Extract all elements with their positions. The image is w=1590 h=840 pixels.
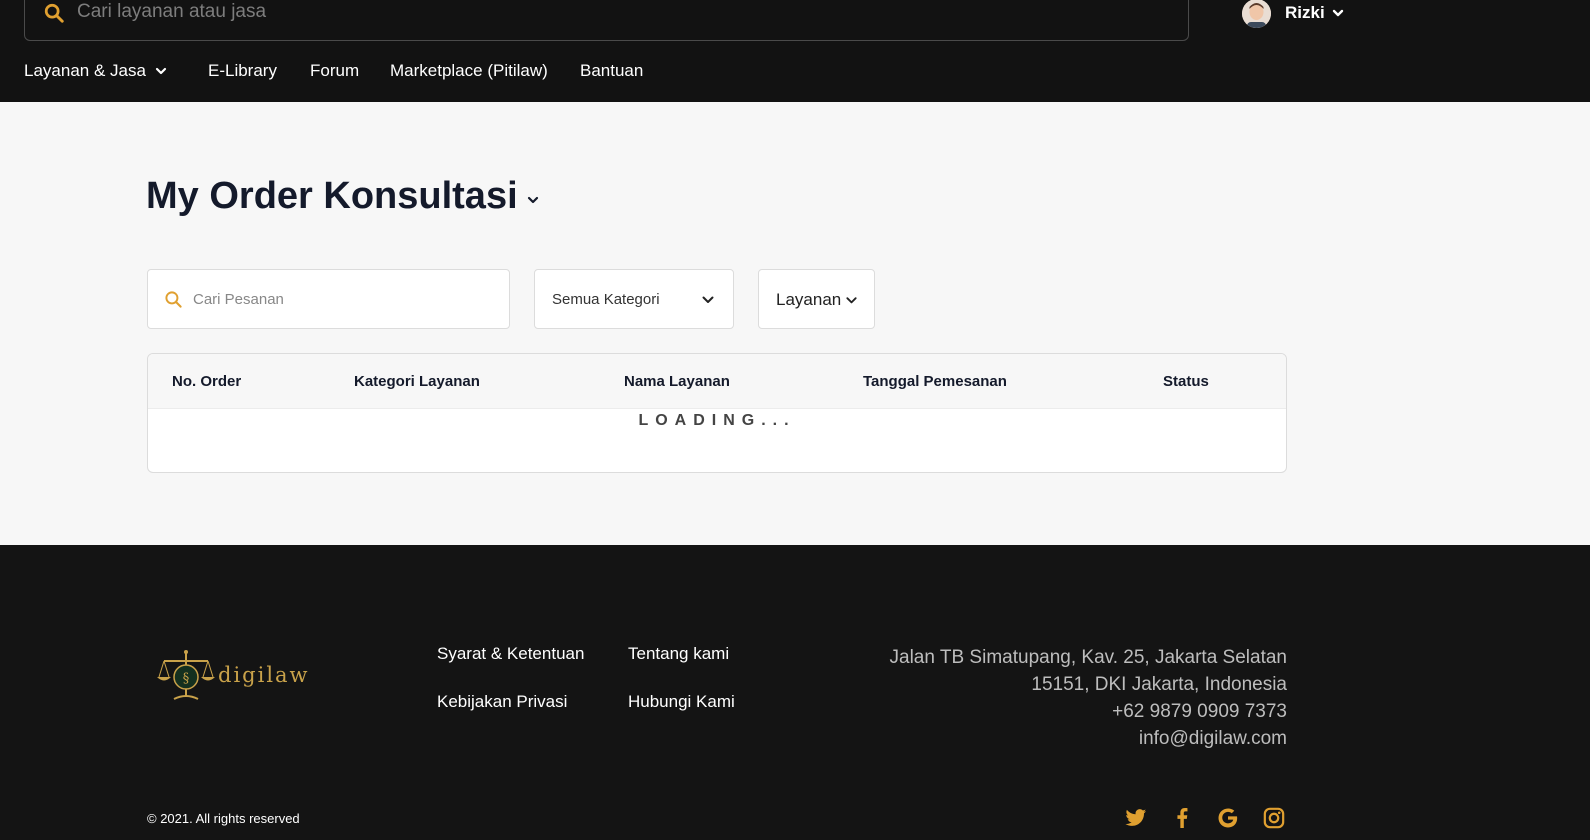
nav-item-label: Layanan & Jasa xyxy=(24,61,146,80)
user-name: Rizki xyxy=(1285,3,1325,22)
chevron-down-icon xyxy=(702,296,714,303)
column-header-status: Status xyxy=(1163,373,1209,390)
chevron-down-icon xyxy=(527,196,538,203)
nav-item-label: Marketplace (Pitilaw) xyxy=(390,61,548,80)
footer-link-syarat[interactable]: Syarat & Ketentuan xyxy=(437,644,584,664)
google-icon[interactable] xyxy=(1215,805,1241,831)
global-search-input[interactable]: Cari layanan atau jasa xyxy=(24,0,1189,41)
column-header-nama-layanan: Nama Layanan xyxy=(624,373,730,390)
nav-item-label: Bantuan xyxy=(580,61,644,80)
address-line: 15151, DKI Jakarta, Indonesia xyxy=(1031,674,1287,695)
address-line: Jalan TB Simatupang, Kav. 25, Jakarta Se… xyxy=(889,647,1287,668)
order-search-input[interactable]: Cari Pesanan xyxy=(147,269,510,329)
email-address: info@digilaw.com xyxy=(1138,728,1287,749)
user-menu[interactable]: Rizki xyxy=(1242,0,1345,28)
search-icon xyxy=(165,291,182,308)
orders-table: No. Order Kategori Layanan Nama Layanan … xyxy=(147,353,1287,473)
nav-item-layanan-jasa[interactable]: Layanan & Jasa xyxy=(24,61,168,81)
footer-link-tentang[interactable]: Tentang kami xyxy=(628,644,729,664)
top-header: Cari layanan atau jasa Rizki Layanan & J… xyxy=(0,0,1590,102)
chevron-down-icon xyxy=(155,67,167,75)
column-header-tanggal: Tanggal Pemesanan xyxy=(863,373,1007,390)
social-links xyxy=(1123,805,1287,831)
scales-of-justice-icon: § xyxy=(157,650,215,700)
facebook-icon[interactable] xyxy=(1169,805,1195,831)
digilaw-logo[interactable]: § digilaw xyxy=(156,647,310,703)
category-select[interactable]: Semua Kategori xyxy=(534,269,734,329)
nav-item-forum[interactable]: Forum xyxy=(310,61,359,81)
table-header: No. Order Kategori Layanan Nama Layanan … xyxy=(148,354,1286,409)
service-select-value: Layanan xyxy=(776,290,842,309)
footer-link-hubungi[interactable]: Hubungi Kami xyxy=(628,692,735,712)
avatar xyxy=(1242,0,1271,28)
column-header-no-order: No. Order xyxy=(172,373,242,390)
page-title[interactable]: My Order Konsultasi xyxy=(146,175,540,218)
nav-item-bantuan[interactable]: Bantuan xyxy=(580,61,643,81)
logo-text: digilaw xyxy=(218,663,310,687)
footer: § digilaw Syarat & Ketentuan Tentang kam… xyxy=(0,545,1590,840)
chevron-down-icon xyxy=(846,297,857,304)
service-select[interactable]: Layanan xyxy=(758,269,875,329)
category-select-value: Semua Kategori xyxy=(552,291,660,308)
nav-item-label: E-Library xyxy=(208,61,277,80)
global-search-placeholder: Cari layanan atau jasa xyxy=(77,1,267,22)
nav-item-marketplace[interactable]: Marketplace (Pitilaw) xyxy=(390,61,548,81)
phone-number: +62 9879 0909 7373 xyxy=(1112,701,1287,722)
column-header-kategori: Kategori Layanan xyxy=(354,373,480,390)
page-title-text: My Order Konsultasi xyxy=(146,175,518,217)
footer-link-kebijakan[interactable]: Kebijakan Privasi xyxy=(437,692,567,712)
instagram-icon[interactable] xyxy=(1261,805,1287,831)
contact-address: Jalan TB Simatupang, Kav. 25, Jakarta Se… xyxy=(890,644,1287,752)
svg-text:§: § xyxy=(183,671,190,686)
copyright: © 2021. All rights reserved xyxy=(147,811,300,826)
nav-item-e-library[interactable]: E-Library xyxy=(208,61,277,81)
order-search-placeholder: Cari Pesanan xyxy=(193,291,284,308)
search-icon xyxy=(44,3,64,23)
twitter-icon[interactable] xyxy=(1123,805,1149,831)
loading-indicator: LOADING... xyxy=(638,412,796,429)
chevron-down-icon xyxy=(1332,9,1343,17)
nav-item-label: Forum xyxy=(310,61,360,80)
